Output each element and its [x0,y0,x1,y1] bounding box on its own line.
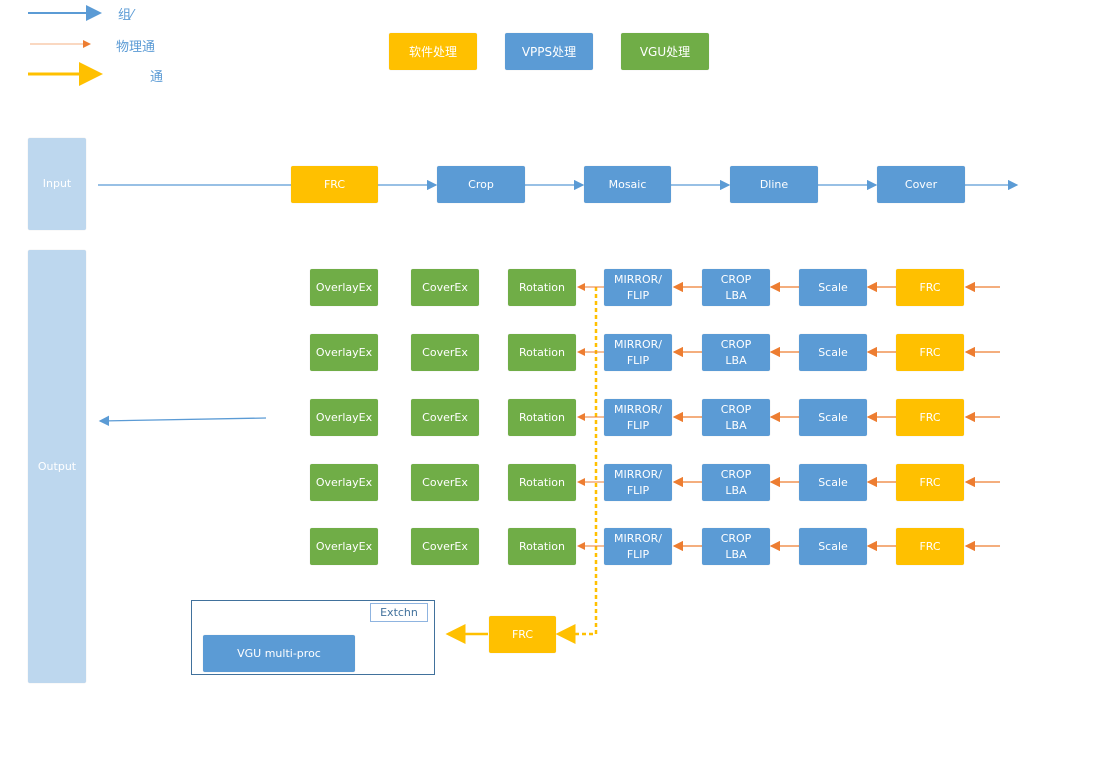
channel-1-scale-box: Scale [799,269,867,306]
input-frc-box: FRC [291,166,378,203]
channel-1-frc-box: FRC [896,269,964,306]
legend-software-box: 软件处理 [389,33,477,70]
channel-1-mirror-flip-box: MIRROR/ FLIP [604,269,672,306]
channel-2-frc-box: FRC [896,334,964,371]
channel-4-overlayex-box: OverlayEx [310,464,378,501]
input-mosaic-box: Mosaic [584,166,671,203]
output-block: Output [28,250,86,683]
channel-3-scale-box: Scale [799,399,867,436]
vgu-multi-proc-box: VGU multi-proc [203,635,355,672]
channel-4-coverex-box: CoverEx [411,464,479,501]
channel-4-scale-box: Scale [799,464,867,501]
legend-label-orange: 物理通 [116,40,156,55]
connection-lines [28,5,1019,644]
channel-5-mirror-flip-box: MIRROR/ FLIP [604,528,672,565]
legend-vpps-box: VPPS处理 [505,33,593,70]
channel-1-coverex-box: CoverEx [411,269,479,306]
output-return-line [98,415,267,427]
channel-3-overlayex-box: OverlayEx [310,399,378,436]
channel-2-crop-lba-box: CROP LBA [702,334,770,371]
channel-4-crop-lba-box: CROP LBA [702,464,770,501]
channel-4-rotation-box: Rotation [508,464,576,501]
channel-3-crop-lba-box: CROP LBA [702,399,770,436]
channel-3-mirror-flip-box: MIRROR/ FLIP [604,399,672,436]
channel-2-rotation-box: Rotation [508,334,576,371]
channel-2-mirror-flip-box: MIRROR/ FLIP [604,334,672,371]
legend-vgu-box: VGU处理 [621,33,709,70]
input-cover-box: Cover [877,166,965,203]
channel-4-mirror-flip-box: MIRROR/ FLIP [604,464,672,501]
channel-1-crop-lba-box: CROP LBA [702,269,770,306]
channel-2-scale-box: Scale [799,334,867,371]
channel-4-frc-box: FRC [896,464,964,501]
channel-5-overlayex-box: OverlayEx [310,528,378,565]
channel-3-frc-box: FRC [896,399,964,436]
legend-label-yellow: 通 [150,70,164,85]
extchn-frc-box: FRC [489,616,556,653]
channel-2-overlayex-box: OverlayEx [310,334,378,371]
channel-5-scale-box: Scale [799,528,867,565]
channel-5-frc-box: FRC [896,528,964,565]
input-block: Input [28,138,86,230]
input-dline-box: Dline [730,166,818,203]
extchn-tag: Extchn [370,603,428,622]
legend-label-blue: 组⁄ [118,8,134,23]
channel-3-rotation-box: Rotation [508,399,576,436]
channel-1-overlayex-box: OverlayEx [310,269,378,306]
input-crop-box: Crop [437,166,525,203]
channel-5-crop-lba-box: CROP LBA [702,528,770,565]
channel-3-coverex-box: CoverEx [411,399,479,436]
channel-5-coverex-box: CoverEx [411,528,479,565]
channel-5-rotation-box: Rotation [508,528,576,565]
channel-2-coverex-box: CoverEx [411,334,479,371]
channel-1-rotation-box: Rotation [508,269,576,306]
